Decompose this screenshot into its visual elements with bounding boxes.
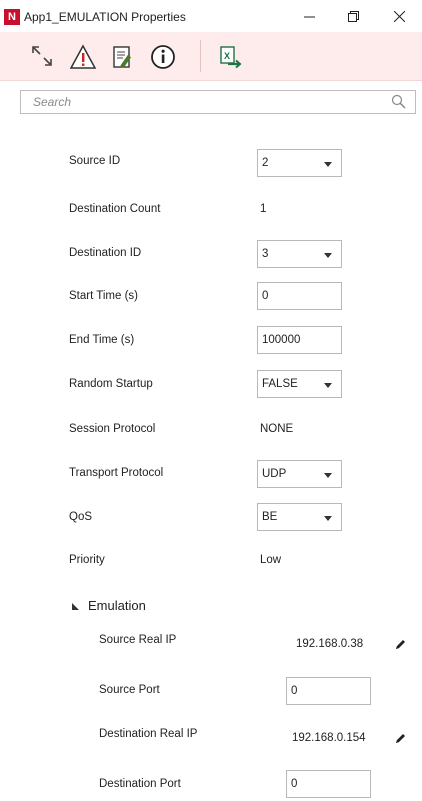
title-bar: N App1_EMULATION Properties xyxy=(0,0,422,32)
prop-label-qos: QoS xyxy=(69,511,93,523)
info-button[interactable] xyxy=(150,44,176,70)
restore-icon xyxy=(348,11,359,22)
prop-label-source-real-ip: Source Real IP xyxy=(99,634,177,646)
random-startup-select[interactable]: FALSE xyxy=(257,370,342,398)
info-icon xyxy=(151,45,175,69)
prop-label-session-protocol: Session Protocol xyxy=(69,423,156,435)
chevron-down-icon xyxy=(324,516,332,521)
session-protocol-value: NONE xyxy=(260,423,294,435)
destination-id-select[interactable]: 3 xyxy=(257,240,342,268)
search-icon[interactable] xyxy=(391,94,407,110)
search-input[interactable] xyxy=(21,91,393,113)
transport-protocol-value: UDP xyxy=(262,468,287,480)
start-time-field[interactable] xyxy=(257,282,342,310)
random-startup-value: FALSE xyxy=(262,378,298,390)
warning-icon xyxy=(69,44,97,69)
start-time-input[interactable] xyxy=(258,283,341,309)
chevron-down-icon xyxy=(324,162,332,167)
destination-count-value: 1 xyxy=(260,203,267,215)
export-excel-button[interactable]: X xyxy=(218,44,244,70)
pencil-icon[interactable] xyxy=(393,732,407,746)
minimize-button[interactable] xyxy=(286,2,332,30)
source-id-select[interactable]: 2 xyxy=(257,149,342,177)
window-title: App1_EMULATION Properties xyxy=(24,10,186,24)
qos-value: BE xyxy=(262,511,278,523)
warnings-button[interactable] xyxy=(69,44,97,70)
prop-label-transport-protocol: Transport Protocol xyxy=(69,467,164,479)
chevron-down-icon xyxy=(324,383,332,388)
chevron-down-icon xyxy=(324,473,332,478)
prop-label-random-startup: Random Startup xyxy=(69,378,153,390)
svg-text:X: X xyxy=(224,51,230,61)
collapse-triangle-icon[interactable] xyxy=(72,603,79,610)
qos-select[interactable]: BE xyxy=(257,503,342,531)
end-time-field[interactable] xyxy=(257,326,342,354)
restore-button[interactable] xyxy=(330,2,376,30)
excel-export-icon: X xyxy=(220,46,242,69)
minimize-icon xyxy=(304,16,315,18)
destination-id-value: 3 xyxy=(262,248,269,260)
prop-label-destination-id: Destination ID xyxy=(69,247,142,259)
chevron-down-icon xyxy=(324,253,332,258)
prop-label-end-time: End Time (s) xyxy=(69,334,135,346)
edit-document-icon xyxy=(113,46,132,68)
app-logo: N xyxy=(4,9,20,25)
source-port-field[interactable] xyxy=(286,677,371,705)
source-id-value: 2 xyxy=(262,157,269,169)
end-time-input[interactable] xyxy=(258,327,341,353)
prop-label-source-id: Source ID xyxy=(69,155,121,167)
destination-port-field[interactable] xyxy=(286,770,371,798)
edit-document-button[interactable] xyxy=(110,44,136,70)
prop-label-source-port: Source Port xyxy=(99,684,160,696)
toolbar: X xyxy=(0,32,422,81)
destination-port-input[interactable] xyxy=(287,771,370,797)
source-port-input[interactable] xyxy=(287,678,370,704)
search-box xyxy=(20,90,416,114)
close-icon xyxy=(394,11,405,22)
source-real-ip-value: 192.168.0.38 xyxy=(296,638,364,650)
close-button[interactable] xyxy=(376,2,422,30)
toolbar-separator xyxy=(200,40,201,72)
destination-real-ip-value: 192.168.0.154 xyxy=(292,732,366,744)
prop-label-start-time: Start Time (s) xyxy=(69,290,139,302)
priority-value: Low xyxy=(260,554,282,566)
expand-button[interactable] xyxy=(30,44,56,70)
prop-label-destination-count: Destination Count xyxy=(69,203,161,215)
pencil-icon[interactable] xyxy=(393,638,407,652)
section-emulation-header[interactable]: Emulation xyxy=(88,598,146,613)
prop-label-destination-real-ip: Destination Real IP xyxy=(99,728,198,740)
expand-arrows-icon xyxy=(32,46,52,66)
prop-label-destination-port: Destination Port xyxy=(99,778,181,790)
prop-label-priority: Priority xyxy=(69,554,105,566)
transport-protocol-select[interactable]: UDP xyxy=(257,460,342,488)
